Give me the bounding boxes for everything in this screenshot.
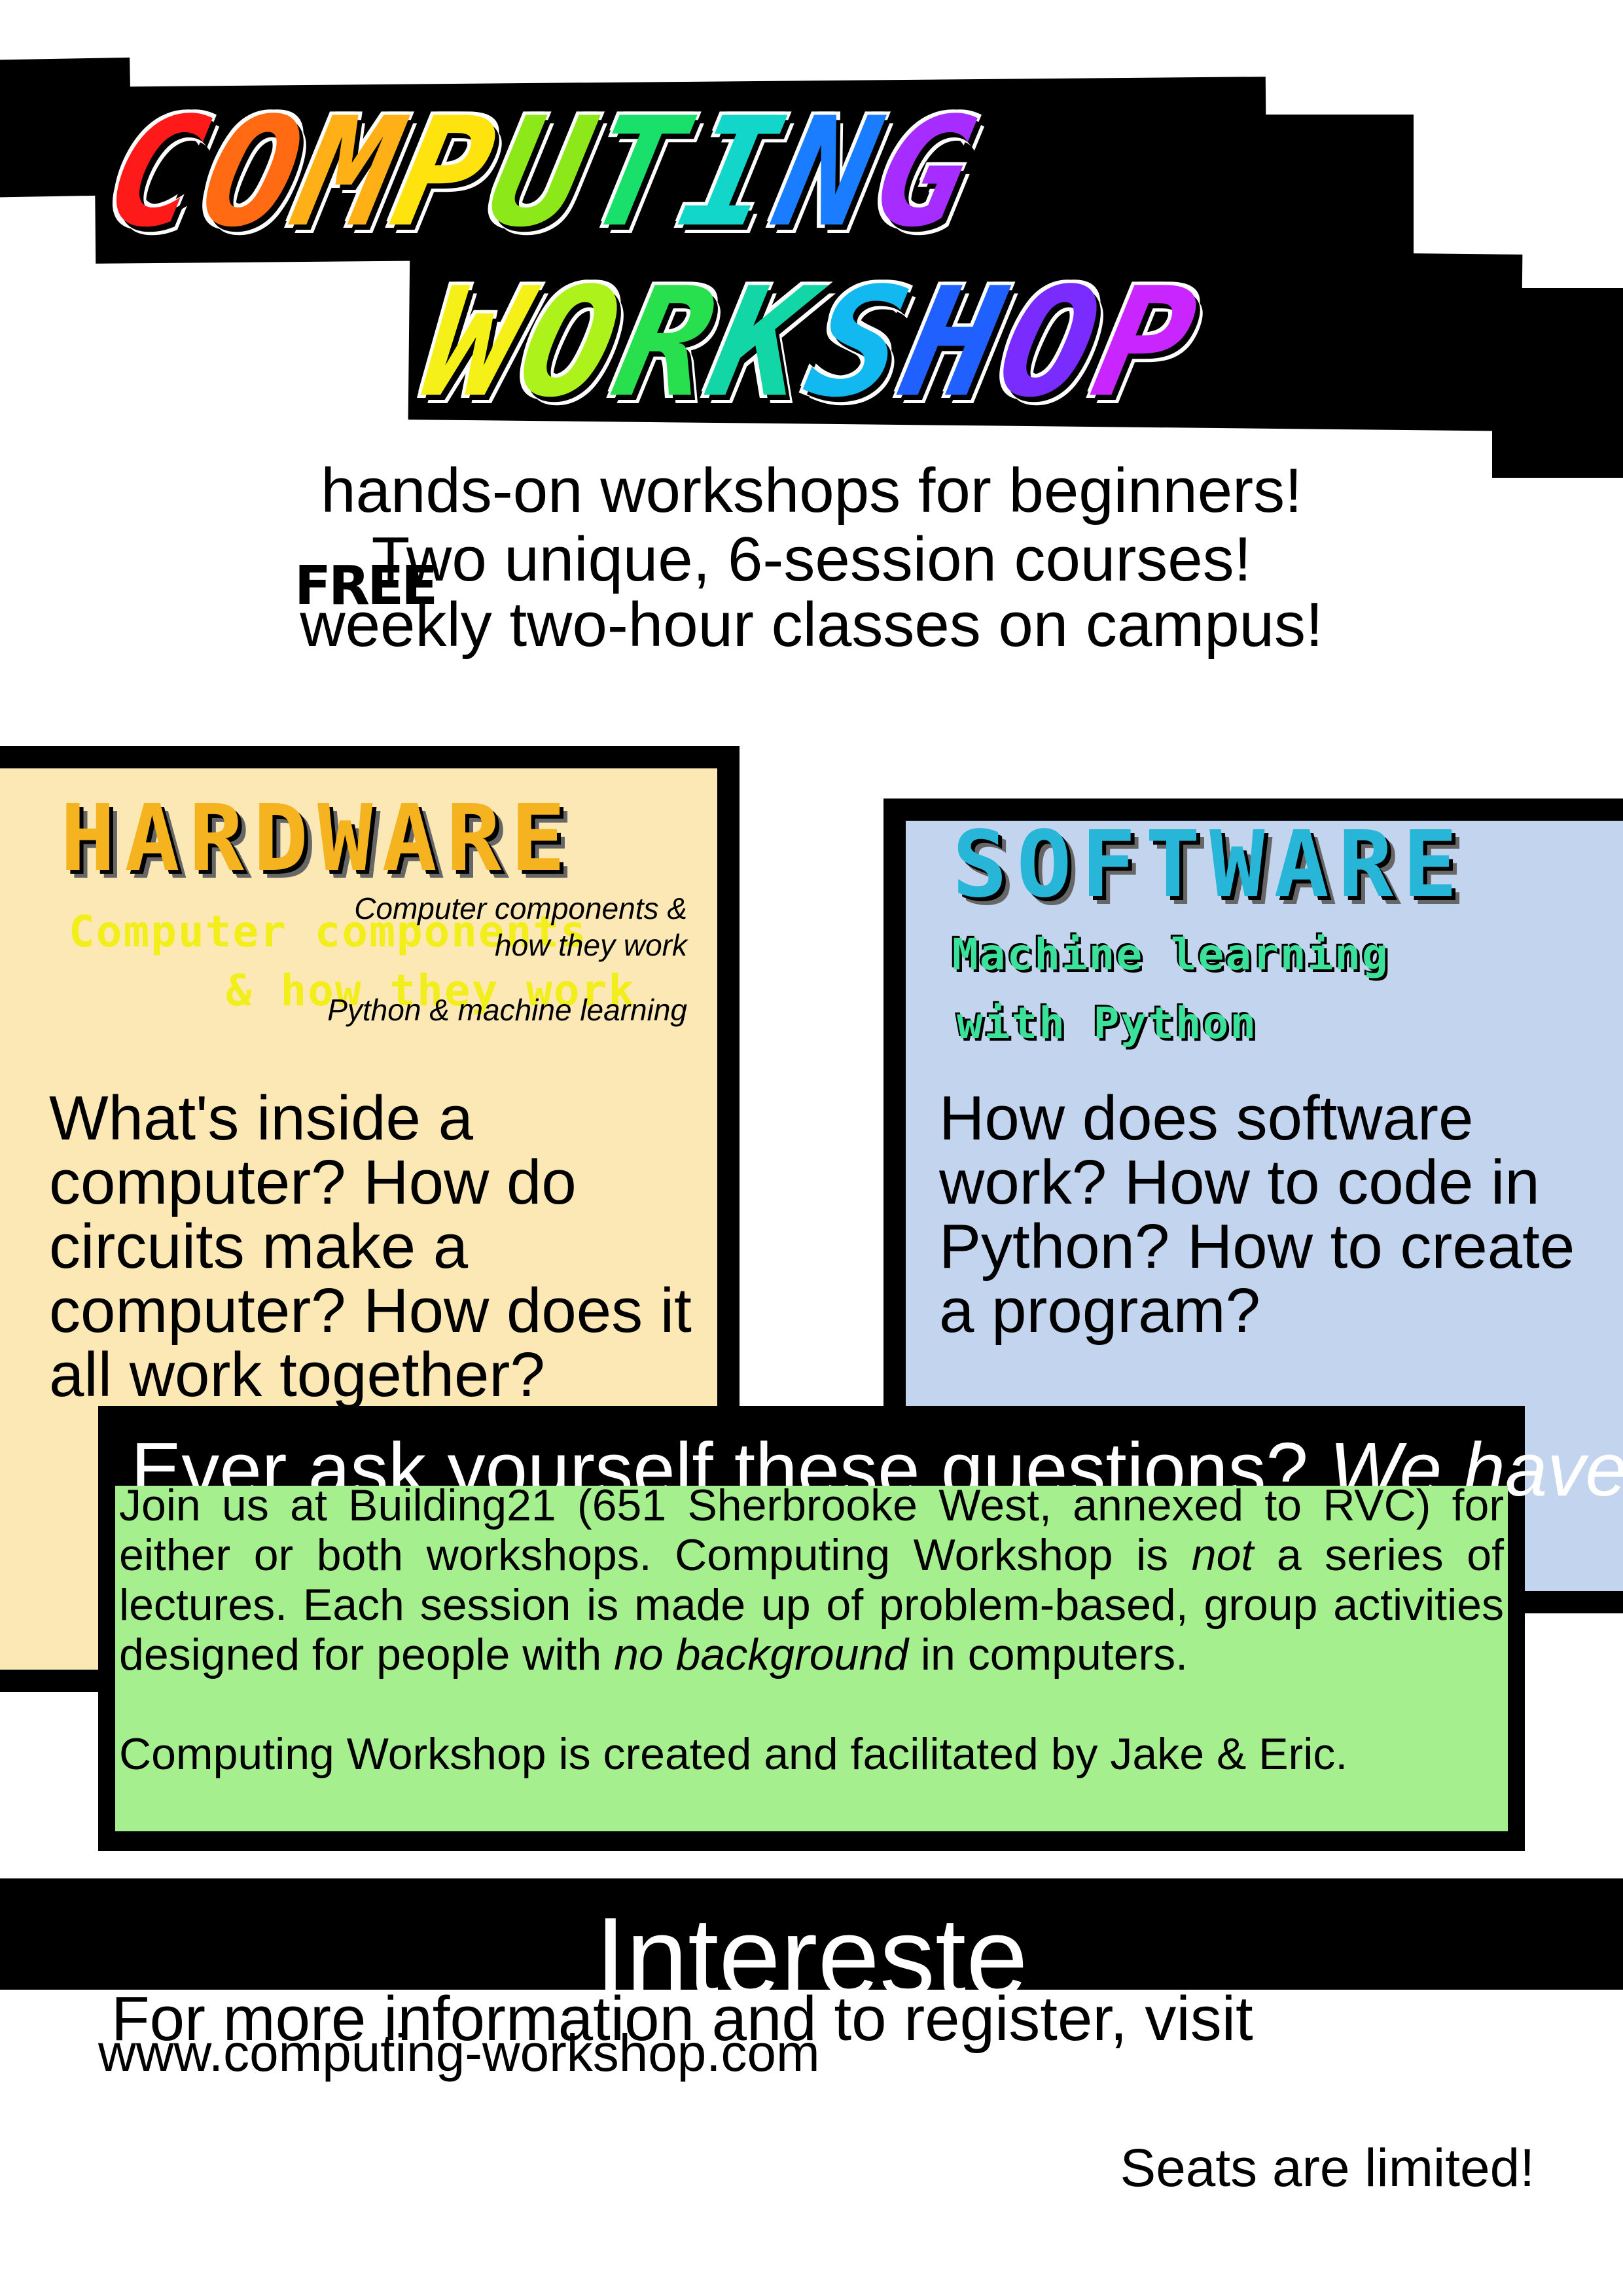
free-badge: FREE xyxy=(294,555,438,617)
software-title: SOFTWARE xyxy=(952,812,1467,918)
join-text-c: in computers. xyxy=(908,1630,1188,1679)
hardware-questions: What's inside a computer? How do circuit… xyxy=(49,1086,692,1410)
website-link[interactable]: www.computing-workshop.com xyxy=(98,2024,820,2083)
join-text-not: not xyxy=(1191,1530,1254,1580)
intro-line-3: weekly two-hour classes on campus! xyxy=(300,590,1323,660)
title-computing: COMPUTING xyxy=(93,86,993,260)
software-subtitle-1: Machine learning xyxy=(952,929,1389,980)
hardware-title: HARDWARE xyxy=(60,785,575,892)
software-questions: How does software work? How to code in P… xyxy=(939,1086,1575,1346)
join-paragraph-1: Join us at Building21 (651 Sherbrooke We… xyxy=(115,1486,1508,1679)
hardware-italic-note-2: Python & machine learning xyxy=(327,993,687,1027)
software-subtitle-2: with Python xyxy=(957,998,1258,1049)
join-text-no-background: no background xyxy=(614,1630,908,1679)
join-body: Join us at Building21 (651 Sherbrooke We… xyxy=(115,1486,1508,1831)
intro-line-2: Two unique, 6-session courses! xyxy=(371,524,1252,594)
seats-limited-note: Seats are limited! xyxy=(1120,2138,1535,2198)
hardware-italic-note-1: Computer components & how they work xyxy=(354,891,687,962)
title-band-side xyxy=(1492,288,1623,478)
intro-line-1: hands-on workshops for beginners! xyxy=(321,456,1302,526)
title-workshop: WORKSHOP xyxy=(410,256,1215,431)
join-paragraph-2: Computing Workshop is created and facili… xyxy=(119,1729,1348,1779)
